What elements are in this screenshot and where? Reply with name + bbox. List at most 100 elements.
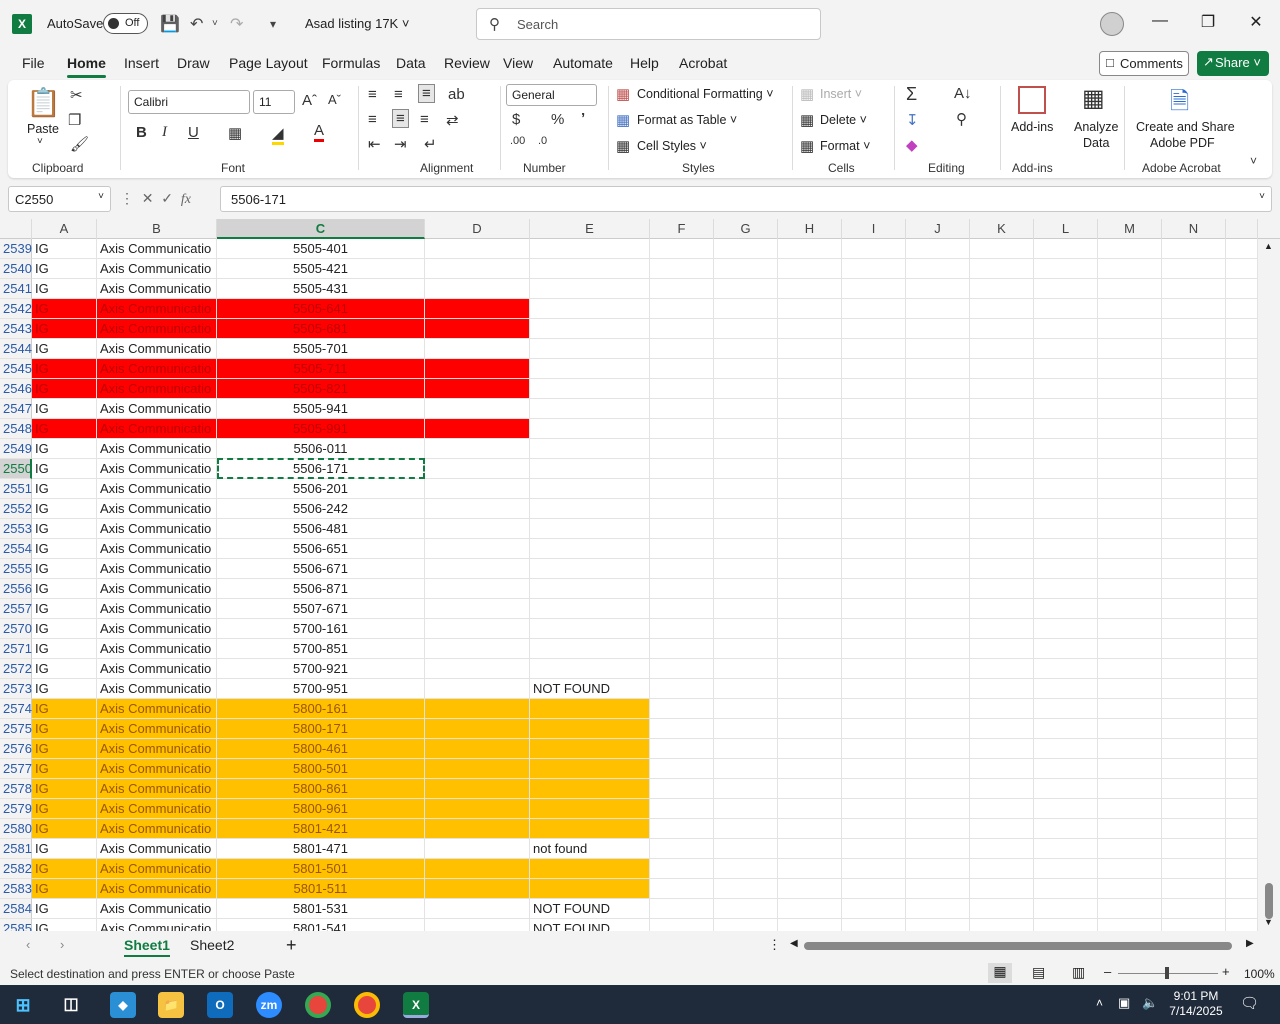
empty-cell[interactable]	[778, 379, 842, 399]
cell-b[interactable]: Axis Communicatio	[97, 539, 217, 559]
empty-cell[interactable]	[778, 719, 842, 739]
empty-cell[interactable]	[842, 439, 906, 459]
cell-d[interactable]	[425, 899, 530, 919]
redo-icon[interactable]: ↷	[230, 14, 243, 34]
empty-cell[interactable]	[842, 279, 906, 299]
cell-c[interactable]: 5505-401	[217, 239, 425, 259]
empty-cell[interactable]	[1226, 839, 1258, 859]
empty-cell[interactable]	[842, 479, 906, 499]
autosave-toggle[interactable]: Off	[103, 13, 148, 34]
empty-cell[interactable]	[1162, 679, 1226, 699]
empty-cell[interactable]	[1162, 639, 1226, 659]
decrease-decimal-icon[interactable]: .0	[538, 135, 547, 147]
comments-button[interactable]: □ Comments	[1099, 51, 1189, 76]
empty-cell[interactable]	[1034, 559, 1098, 579]
empty-cell[interactable]	[778, 259, 842, 279]
tab-page-layout[interactable]: Page Layout	[229, 55, 308, 71]
empty-cell[interactable]	[842, 859, 906, 879]
cell-b[interactable]: Axis Communicatio	[97, 719, 217, 739]
empty-cell[interactable]	[842, 259, 906, 279]
empty-cell[interactable]	[842, 819, 906, 839]
cell-e[interactable]	[530, 519, 650, 539]
cell-d[interactable]	[425, 419, 530, 439]
column-header-g[interactable]: G	[714, 219, 778, 239]
column-header-i[interactable]: I	[842, 219, 906, 239]
find-select-icon[interactable]: ⚲	[956, 110, 967, 128]
cell-e[interactable]	[530, 619, 650, 639]
empty-cell[interactable]	[970, 799, 1034, 819]
cell-e[interactable]	[530, 579, 650, 599]
cell-b[interactable]: Axis Communicatio	[97, 799, 217, 819]
empty-cell[interactable]	[1034, 379, 1098, 399]
cell-e[interactable]	[530, 479, 650, 499]
empty-cell[interactable]	[1034, 319, 1098, 339]
empty-cell[interactable]	[778, 879, 842, 899]
cell-c[interactable]: 5505-701	[217, 339, 425, 359]
cell-b[interactable]: Axis Communicatio	[97, 239, 217, 259]
empty-cell[interactable]	[650, 379, 714, 399]
empty-cell[interactable]	[778, 579, 842, 599]
empty-cell[interactable]	[714, 719, 778, 739]
cell-c[interactable]: 5800-171	[217, 719, 425, 739]
empty-cell[interactable]	[1034, 299, 1098, 319]
empty-cell[interactable]	[970, 599, 1034, 619]
empty-cell[interactable]	[1098, 639, 1162, 659]
empty-cell[interactable]	[1226, 459, 1258, 479]
cell-e[interactable]	[530, 359, 650, 379]
next-sheet-icon[interactable]: ›	[60, 937, 64, 952]
empty-cell[interactable]	[906, 659, 970, 679]
cell-c[interactable]: 5506-671	[217, 559, 425, 579]
row-header[interactable]: 2551	[0, 479, 32, 499]
cell-d[interactable]	[425, 259, 530, 279]
align-bottom-icon[interactable]: ≡	[418, 84, 435, 103]
empty-cell[interactable]	[1098, 739, 1162, 759]
cell-a[interactable]: IG	[32, 719, 97, 739]
font-size-select[interactable]: 11	[253, 90, 295, 114]
row-header[interactable]: 2572	[0, 659, 32, 679]
empty-cell[interactable]	[1162, 599, 1226, 619]
paste-dropdown-icon[interactable]: ˅	[37, 136, 43, 147]
empty-cell[interactable]	[970, 479, 1034, 499]
empty-cell[interactable]	[714, 399, 778, 419]
empty-cell[interactable]	[842, 799, 906, 819]
borders-icon[interactable]: ▦	[228, 124, 242, 142]
cell-a[interactable]: IG	[32, 639, 97, 659]
empty-cell[interactable]	[1034, 339, 1098, 359]
empty-cell[interactable]	[1034, 359, 1098, 379]
empty-cell[interactable]	[650, 259, 714, 279]
row-header[interactable]: 2585	[0, 919, 32, 931]
empty-cell[interactable]	[1226, 399, 1258, 419]
currency-icon[interactable]: $	[512, 111, 520, 128]
column-header-b[interactable]: B	[97, 219, 217, 239]
empty-cell[interactable]	[906, 799, 970, 819]
row-header[interactable]: 2580	[0, 819, 32, 839]
cell-c[interactable]: 5801-511	[217, 879, 425, 899]
empty-cell[interactable]	[906, 339, 970, 359]
align-top-icon[interactable]: ≡	[368, 86, 377, 103]
cell-b[interactable]: Axis Communicatio	[97, 919, 217, 931]
cell-c[interactable]: 5505-641	[217, 299, 425, 319]
cell-c[interactable]: 5700-921	[217, 659, 425, 679]
cell-c[interactable]: 5700-161	[217, 619, 425, 639]
cell-e[interactable]	[530, 339, 650, 359]
delete-cells-icon[interactable]: ▦	[800, 111, 814, 129]
empty-cell[interactable]	[842, 899, 906, 919]
empty-cell[interactable]	[906, 579, 970, 599]
tab-review[interactable]: Review	[444, 55, 490, 71]
row-header[interactable]: 2576	[0, 739, 32, 759]
empty-cell[interactable]	[970, 519, 1034, 539]
empty-cell[interactable]	[1226, 899, 1258, 919]
empty-cell[interactable]	[1098, 319, 1162, 339]
empty-cell[interactable]	[650, 679, 714, 699]
cell-e[interactable]	[530, 699, 650, 719]
empty-cell[interactable]	[1226, 319, 1258, 339]
empty-cell[interactable]	[714, 679, 778, 699]
cell-b[interactable]: Axis Communicatio	[97, 699, 217, 719]
empty-cell[interactable]	[778, 399, 842, 419]
empty-cell[interactable]	[650, 859, 714, 879]
cell-a[interactable]: IG	[32, 839, 97, 859]
scroll-right-icon[interactable]: ▶	[1246, 938, 1254, 949]
row-header[interactable]: 2545	[0, 359, 32, 379]
empty-cell[interactable]	[1098, 299, 1162, 319]
empty-cell[interactable]	[1034, 799, 1098, 819]
